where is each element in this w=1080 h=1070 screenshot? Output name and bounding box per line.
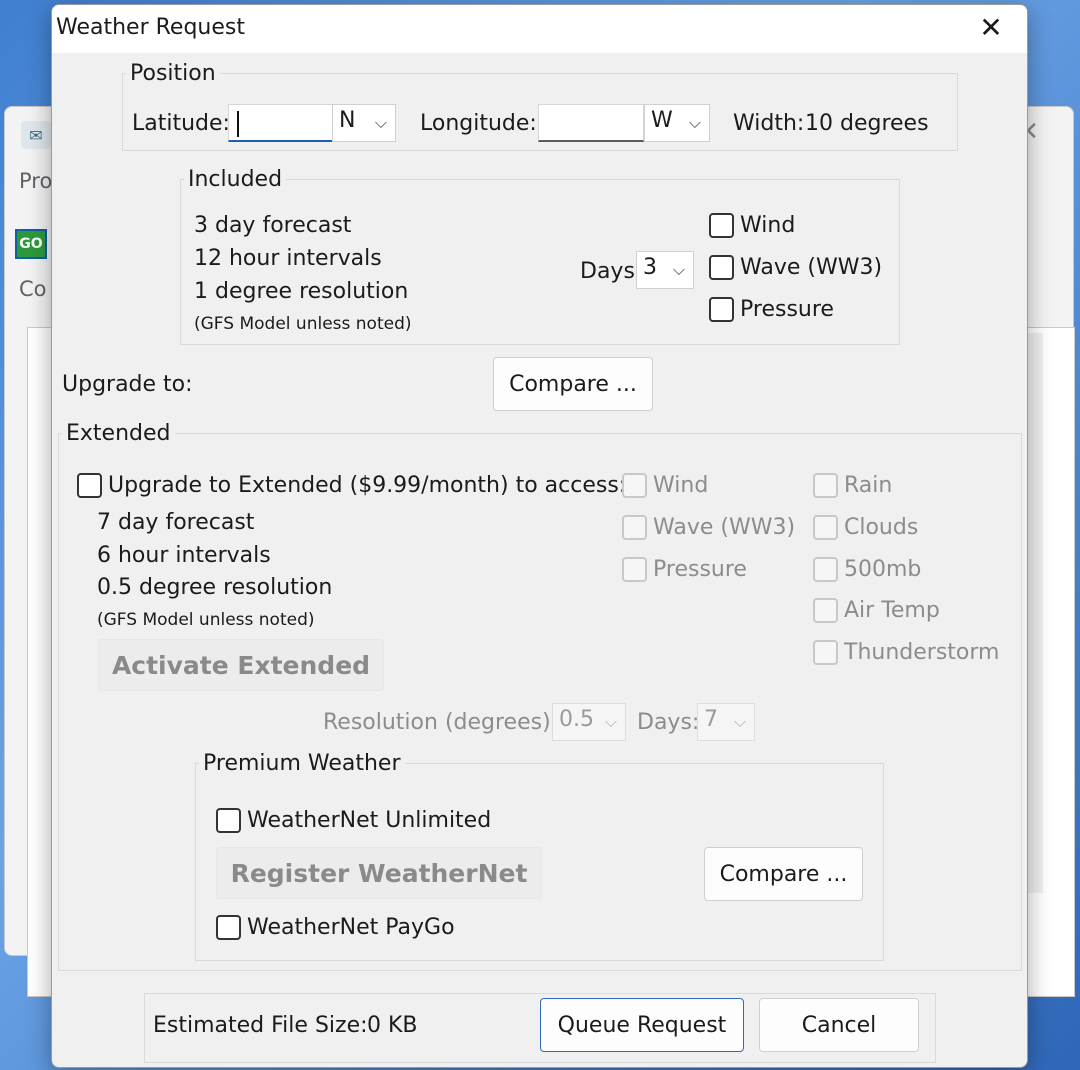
pressure-checkbox[interactable]: [709, 297, 734, 322]
activate-extended-button[interactable]: Activate Extended: [98, 639, 384, 691]
ext-clouds-checkbox[interactable]: [813, 515, 838, 540]
wave-label: Wave (WW3): [740, 255, 883, 280]
upgrade-to-label: Upgrade to:: [62, 372, 193, 397]
extended-feature-line: 6 hour intervals: [97, 543, 271, 568]
wind-label: Wind: [740, 213, 796, 238]
extended-feature-line: 0.5 degree resolution: [97, 575, 333, 600]
chevron-down-icon: ⌵: [672, 260, 685, 279]
ext-wave-checkbox[interactable]: [622, 515, 647, 540]
longitude-direction-value: W: [651, 108, 673, 133]
extended-group-label: Extended: [62, 421, 175, 446]
weathernet-paygo-label: WeatherNet PayGo: [247, 915, 455, 940]
included-days-select[interactable]: 3 ⌵: [636, 251, 694, 289]
weathernet-unlimited-checkbox[interactable]: [216, 808, 241, 833]
queue-request-button[interactable]: Queue Request: [540, 998, 744, 1052]
compare-button[interactable]: Compare ...: [493, 357, 653, 411]
upgrade-extended-label: Upgrade to Extended ($9.99/month) to acc…: [108, 473, 627, 498]
latitude-direction-value: N: [339, 108, 356, 133]
latitude-label: Latitude:: [132, 111, 230, 136]
width-value: 10 degrees: [805, 111, 929, 136]
extended-feature-line: 7 day forecast: [97, 510, 255, 535]
file-size-label: Estimated File Size:: [153, 1013, 368, 1038]
app-logo-icon: ✉: [21, 121, 51, 149]
wind-checkbox[interactable]: [709, 213, 734, 238]
go-icon: GO: [15, 229, 47, 259]
ext-wave-label: Wave (WW3): [653, 515, 796, 540]
included-model-note: (GFS Model unless noted): [194, 314, 412, 334]
included-feature-line: 12 hour intervals: [194, 246, 382, 271]
background-menu-text: Pro: [19, 169, 53, 193]
ext-thunderstorm-checkbox[interactable]: [813, 640, 838, 665]
ext-air-temp-label: Air Temp: [844, 598, 940, 623]
upgrade-extended-checkbox[interactable]: [77, 473, 102, 498]
latitude-direction-select[interactable]: N ⌵: [332, 104, 396, 142]
ext-500mb-label: 500mb: [844, 557, 922, 582]
included-days-label: Days:: [580, 259, 643, 284]
longitude-direction-select[interactable]: W ⌵: [644, 104, 710, 142]
weather-request-dialog: Weather Request ✕ Position Latitude: N ⌵…: [51, 4, 1028, 1068]
resolution-select[interactable]: 0.5 ⌵: [552, 703, 626, 741]
ext-pressure-label: Pressure: [653, 557, 747, 582]
premium-group-label: Premium Weather: [199, 751, 405, 776]
ext-thunderstorm-label: Thunderstorm: [844, 640, 1000, 665]
file-size-value: 0 KB: [367, 1013, 418, 1038]
included-feature-line: 3 day forecast: [194, 213, 352, 238]
ext-clouds-label: Clouds: [844, 515, 919, 540]
included-group-label: Included: [184, 167, 287, 192]
ext-pressure-checkbox[interactable]: [622, 557, 647, 582]
ext-500mb-checkbox[interactable]: [813, 557, 838, 582]
width-label: Width:: [733, 111, 805, 136]
register-weathernet-button[interactable]: Register WeatherNet: [216, 847, 542, 899]
background-label-text: Co: [19, 277, 47, 301]
longitude-input[interactable]: [538, 104, 644, 142]
chevron-down-icon: ⌵: [374, 113, 387, 132]
extended-model-note: (GFS Model unless noted): [97, 610, 315, 630]
included-days-value: 3: [643, 255, 657, 280]
close-icon[interactable]: ✕: [973, 11, 1009, 47]
wave-checkbox[interactable]: [709, 255, 734, 280]
pressure-label: Pressure: [740, 297, 834, 322]
title-bar: Weather Request ✕: [52, 5, 1027, 53]
extended-days-select[interactable]: 7 ⌵: [697, 703, 755, 741]
included-feature-line: 1 degree resolution: [194, 279, 409, 304]
resolution-value: 0.5: [559, 707, 594, 732]
extended-days-value: 7: [704, 707, 718, 732]
chevron-down-icon: ⌵: [688, 113, 701, 132]
longitude-label: Longitude:: [420, 111, 537, 136]
cancel-button[interactable]: Cancel: [759, 998, 919, 1052]
text-caret: [237, 111, 239, 137]
dialog-title: Weather Request: [56, 15, 245, 40]
ext-wind-label: Wind: [653, 473, 709, 498]
ext-rain-checkbox[interactable]: [813, 473, 838, 498]
ext-air-temp-checkbox[interactable]: [813, 598, 838, 623]
chevron-down-icon: ⌵: [733, 712, 746, 731]
weathernet-paygo-checkbox[interactable]: [216, 915, 241, 940]
ext-rain-label: Rain: [844, 473, 893, 498]
extended-days-label: Days:: [637, 710, 700, 735]
latitude-input[interactable]: [228, 104, 334, 142]
chevron-down-icon: ⌵: [604, 712, 617, 731]
premium-compare-button[interactable]: Compare ...: [704, 847, 863, 901]
weathernet-unlimited-label: WeatherNet Unlimited: [247, 808, 492, 833]
position-group-label: Position: [126, 61, 220, 86]
ext-wind-checkbox[interactable]: [622, 473, 647, 498]
resolution-label: Resolution (degrees):: [323, 710, 559, 735]
